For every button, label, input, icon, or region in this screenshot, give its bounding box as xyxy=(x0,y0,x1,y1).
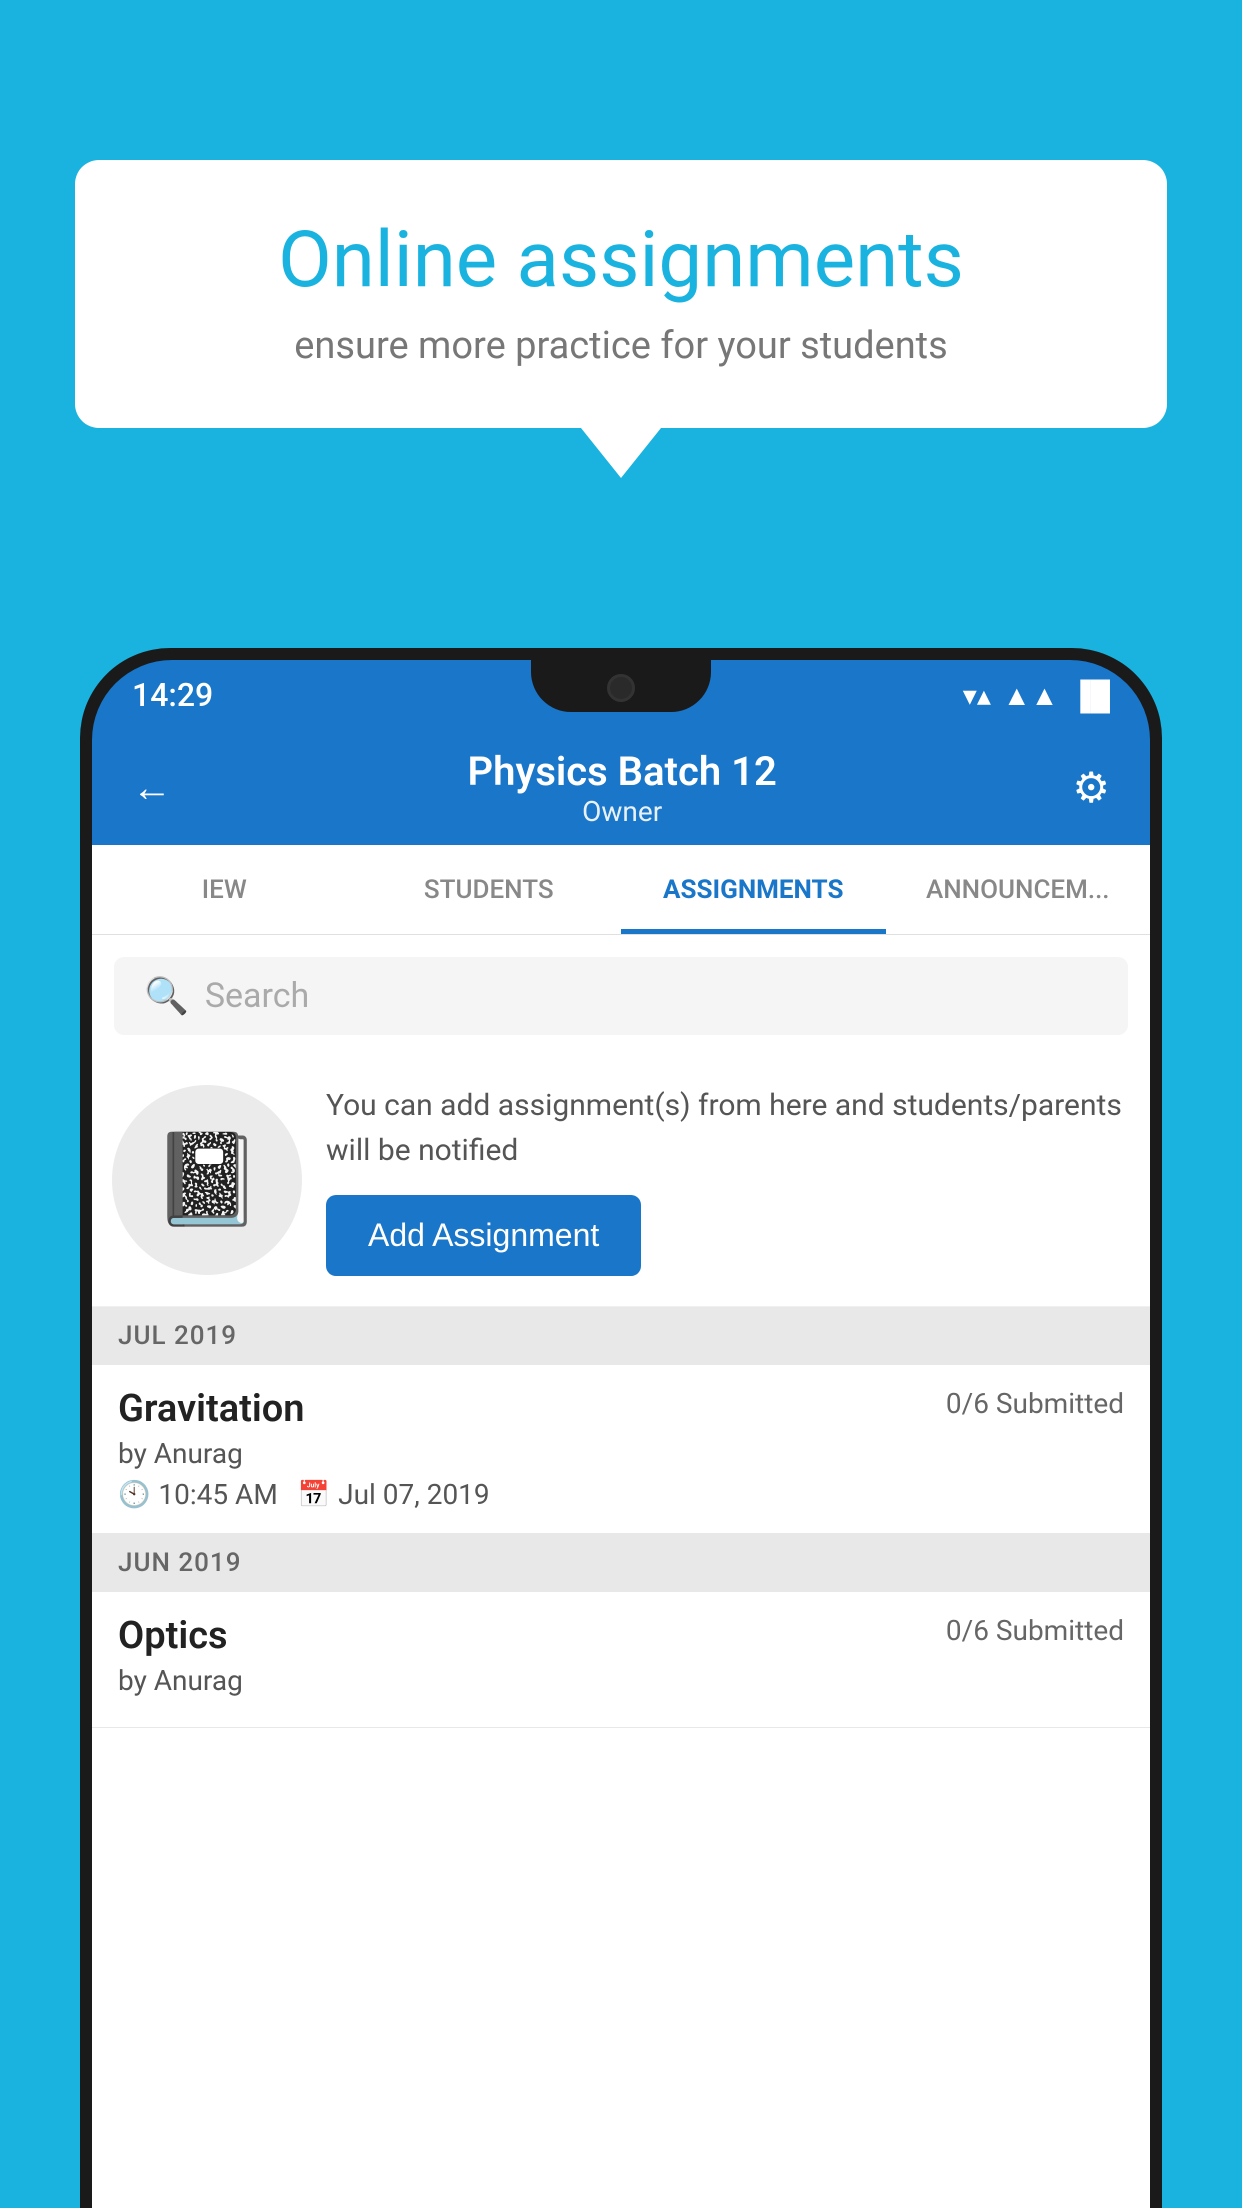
tab-announcements[interactable]: ANNOUNCEM... xyxy=(886,845,1151,934)
status-icons: ▾▴ ▲▲ ▐█ xyxy=(963,679,1110,712)
app-bar-title: Physics Batch 12 xyxy=(468,748,777,795)
camera xyxy=(607,674,635,702)
add-assignment-desc: You can add assignment(s) from here and … xyxy=(326,1083,1128,1173)
settings-icon[interactable]: ⚙ xyxy=(1072,763,1110,813)
assignment-by-optics: by Anurag xyxy=(118,1664,1124,1697)
content-area: 🔍 Search 📓 You can add assignment(s) fro… xyxy=(92,935,1150,2208)
phone-inner: 14:29 ▾▴ ▲▲ ▐█ ← Physics Batch 12 Owner … xyxy=(92,660,1150,2208)
assignment-item-gravitation[interactable]: Gravitation 0/6 Submitted by Anurag 🕙 10… xyxy=(92,1365,1150,1534)
assignment-submitted-optics: 0/6 Submitted xyxy=(946,1614,1124,1647)
add-assignment-button[interactable]: Add Assignment xyxy=(326,1195,641,1276)
assignment-meta-gravitation: 🕙 10:45 AM 📅 Jul 07, 2019 xyxy=(118,1478,1124,1511)
battery-icon: ▐█ xyxy=(1070,679,1110,712)
back-button[interactable]: ← xyxy=(132,764,172,811)
tab-iew[interactable]: IEW xyxy=(92,845,357,934)
section-header-jun2019-label: JUN 2019 xyxy=(118,1548,241,1578)
assignment-submitted-gravitation: 0/6 Submitted xyxy=(946,1387,1124,1420)
speech-bubble-title: Online assignments xyxy=(135,215,1107,306)
tab-assignments[interactable]: ASSIGNMENTS xyxy=(621,845,886,934)
assignment-item-optics[interactable]: Optics 0/6 Submitted by Anurag xyxy=(92,1592,1150,1728)
clock-icon-gravitation: 🕙 xyxy=(118,1480,150,1510)
add-assignment-section: 📓 You can add assignment(s) from here an… xyxy=(92,1053,1150,1307)
tab-bar: IEW STUDENTS ASSIGNMENTS ANNOUNCEM... xyxy=(92,845,1150,935)
search-placeholder: Search xyxy=(205,976,309,1016)
assignment-name-gravitation: Gravitation xyxy=(118,1387,305,1431)
app-bar: ← Physics Batch 12 Owner ⚙ xyxy=(92,730,1150,845)
wifi-icon: ▾▴ xyxy=(963,679,991,712)
assignment-top-row-optics: Optics 0/6 Submitted xyxy=(118,1614,1124,1658)
speech-bubble: Online assignments ensure more practice … xyxy=(75,160,1167,428)
notch xyxy=(531,660,711,712)
tab-students[interactable]: STUDENTS xyxy=(357,845,622,934)
tab-assignments-label: ASSIGNMENTS xyxy=(663,875,843,905)
notebook-icon: 📓 xyxy=(151,1127,263,1232)
assignment-time-gravitation: 🕙 10:45 AM xyxy=(118,1478,278,1511)
section-header-jul2019: JUL 2019 xyxy=(92,1307,1150,1365)
assignment-name-optics: Optics xyxy=(118,1614,228,1658)
tab-announcements-label: ANNOUNCEM... xyxy=(926,875,1110,905)
signal-icon: ▲▲ xyxy=(1003,679,1058,712)
search-icon: 🔍 xyxy=(144,975,189,1017)
section-header-jun2019: JUN 2019 xyxy=(92,1534,1150,1592)
section-header-jul2019-label: JUL 2019 xyxy=(118,1321,237,1351)
speech-bubble-arrow xyxy=(581,428,661,478)
time-label-gravitation: 10:45 AM xyxy=(158,1478,277,1511)
notebook-icon-circle: 📓 xyxy=(112,1085,302,1275)
speech-bubble-subtitle: ensure more practice for your students xyxy=(135,324,1107,368)
app-bar-title-container: Physics Batch 12 Owner xyxy=(468,748,777,828)
date-label-gravitation: Jul 07, 2019 xyxy=(338,1478,490,1511)
assignment-date-gravitation: 📅 Jul 07, 2019 xyxy=(298,1478,490,1511)
assignment-top-row-gravitation: Gravitation 0/6 Submitted xyxy=(118,1387,1124,1431)
assignment-by-gravitation: by Anurag xyxy=(118,1437,1124,1470)
app-bar-subtitle: Owner xyxy=(468,795,777,828)
calendar-icon-gravitation: 📅 xyxy=(298,1480,330,1510)
speech-bubble-container: Online assignments ensure more practice … xyxy=(75,160,1167,478)
search-bar[interactable]: 🔍 Search xyxy=(114,957,1128,1035)
phone-frame: 14:29 ▾▴ ▲▲ ▐█ ← Physics Batch 12 Owner … xyxy=(80,648,1162,2208)
add-assignment-content: You can add assignment(s) from here and … xyxy=(326,1083,1128,1276)
tab-iew-label: IEW xyxy=(202,875,247,905)
tab-students-label: STUDENTS xyxy=(424,875,554,905)
status-time: 14:29 xyxy=(132,676,213,714)
